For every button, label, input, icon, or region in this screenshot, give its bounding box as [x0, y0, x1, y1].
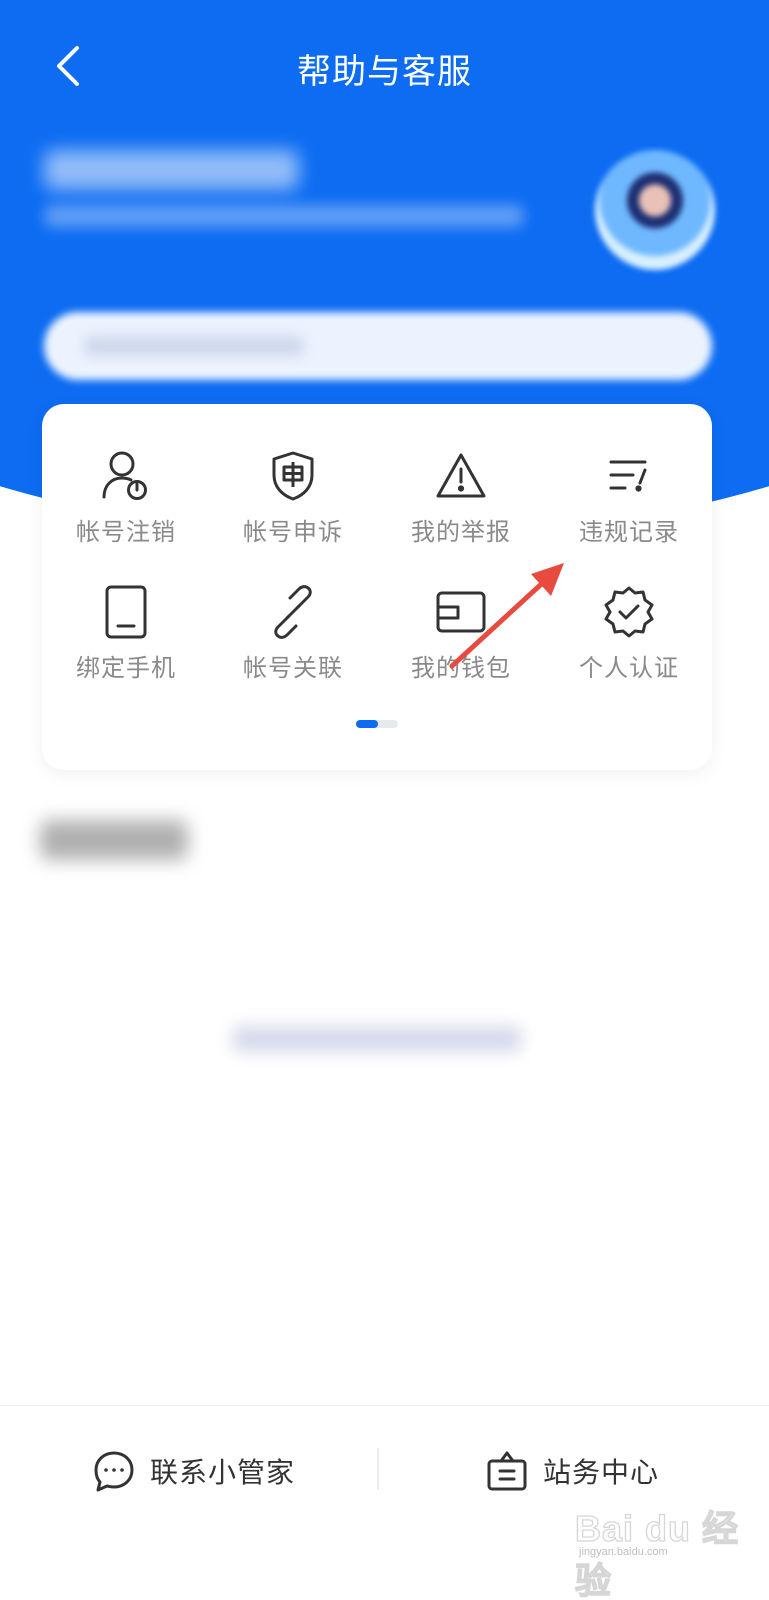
grid-item-label: 帐号申诉 — [243, 518, 343, 546]
grid-item-bind-phone[interactable]: 绑定手机 — [42, 584, 210, 694]
account-power-icon — [98, 448, 154, 504]
shield-appeal-icon — [265, 448, 321, 504]
page-indicator-active — [356, 720, 378, 728]
grid-item-label: 绑定手机 — [76, 654, 176, 682]
user-info-blurred — [44, 205, 524, 227]
grid-item-account-cancel[interactable]: 帐号注销 — [42, 448, 210, 558]
grid-item-personal-verification[interactable]: 个人认证 — [545, 584, 713, 694]
phone-icon — [98, 584, 154, 640]
user-name-blurred — [44, 150, 299, 190]
search-placeholder-blurred — [84, 336, 304, 356]
grid-item-account-appeal[interactable]: 帐号申诉 — [209, 448, 377, 558]
violation-list-icon — [601, 448, 657, 504]
grid-item-label: 帐号关联 — [243, 654, 343, 682]
watermark: Bai du 经验 jingyan.baidu.com — [574, 1488, 755, 1600]
grid-item-label: 我的举报 — [411, 518, 511, 546]
page-title: 帮助与客服 — [297, 52, 472, 92]
contact-assistant-label: 联系小管家 — [150, 1456, 296, 1489]
chat-bubble-icon — [94, 1451, 134, 1492]
bottom-divider — [377, 1448, 379, 1490]
watermark-sub: jingyan.baidu.com — [579, 1546, 668, 1558]
grid-item-my-reports[interactable]: 我的举报 — [377, 448, 545, 558]
verified-badge-icon — [601, 584, 657, 640]
avatar[interactable] — [595, 150, 715, 270]
wallet-icon — [433, 584, 489, 640]
grid-item-label: 个人认证 — [579, 654, 679, 682]
link-icon — [265, 584, 321, 640]
empty-state-blurred — [232, 1026, 522, 1052]
service-grid-card: 帐号注销 帐号申诉 我的举报 违规记录 绑定手机 帐号关联 我的钱包 个人认证 — [42, 404, 712, 770]
grid-item-label: 我的钱包 — [411, 654, 511, 682]
grid-item-account-link[interactable]: 帐号关联 — [209, 584, 377, 694]
grid-item-violation-records[interactable]: 违规记录 — [545, 448, 713, 558]
section-title-blurred — [40, 820, 188, 860]
grid-item-label: 违规记录 — [579, 518, 679, 546]
contact-assistant-button[interactable]: 联系小管家 — [92, 1446, 295, 1496]
grid-item-my-wallet[interactable]: 我的钱包 — [377, 584, 545, 694]
grid-item-label: 帐号注销 — [76, 518, 176, 546]
station-sign-icon — [487, 1451, 527, 1491]
warning-triangle-icon — [433, 448, 489, 504]
station-center-label: 站务中心 — [543, 1456, 660, 1489]
